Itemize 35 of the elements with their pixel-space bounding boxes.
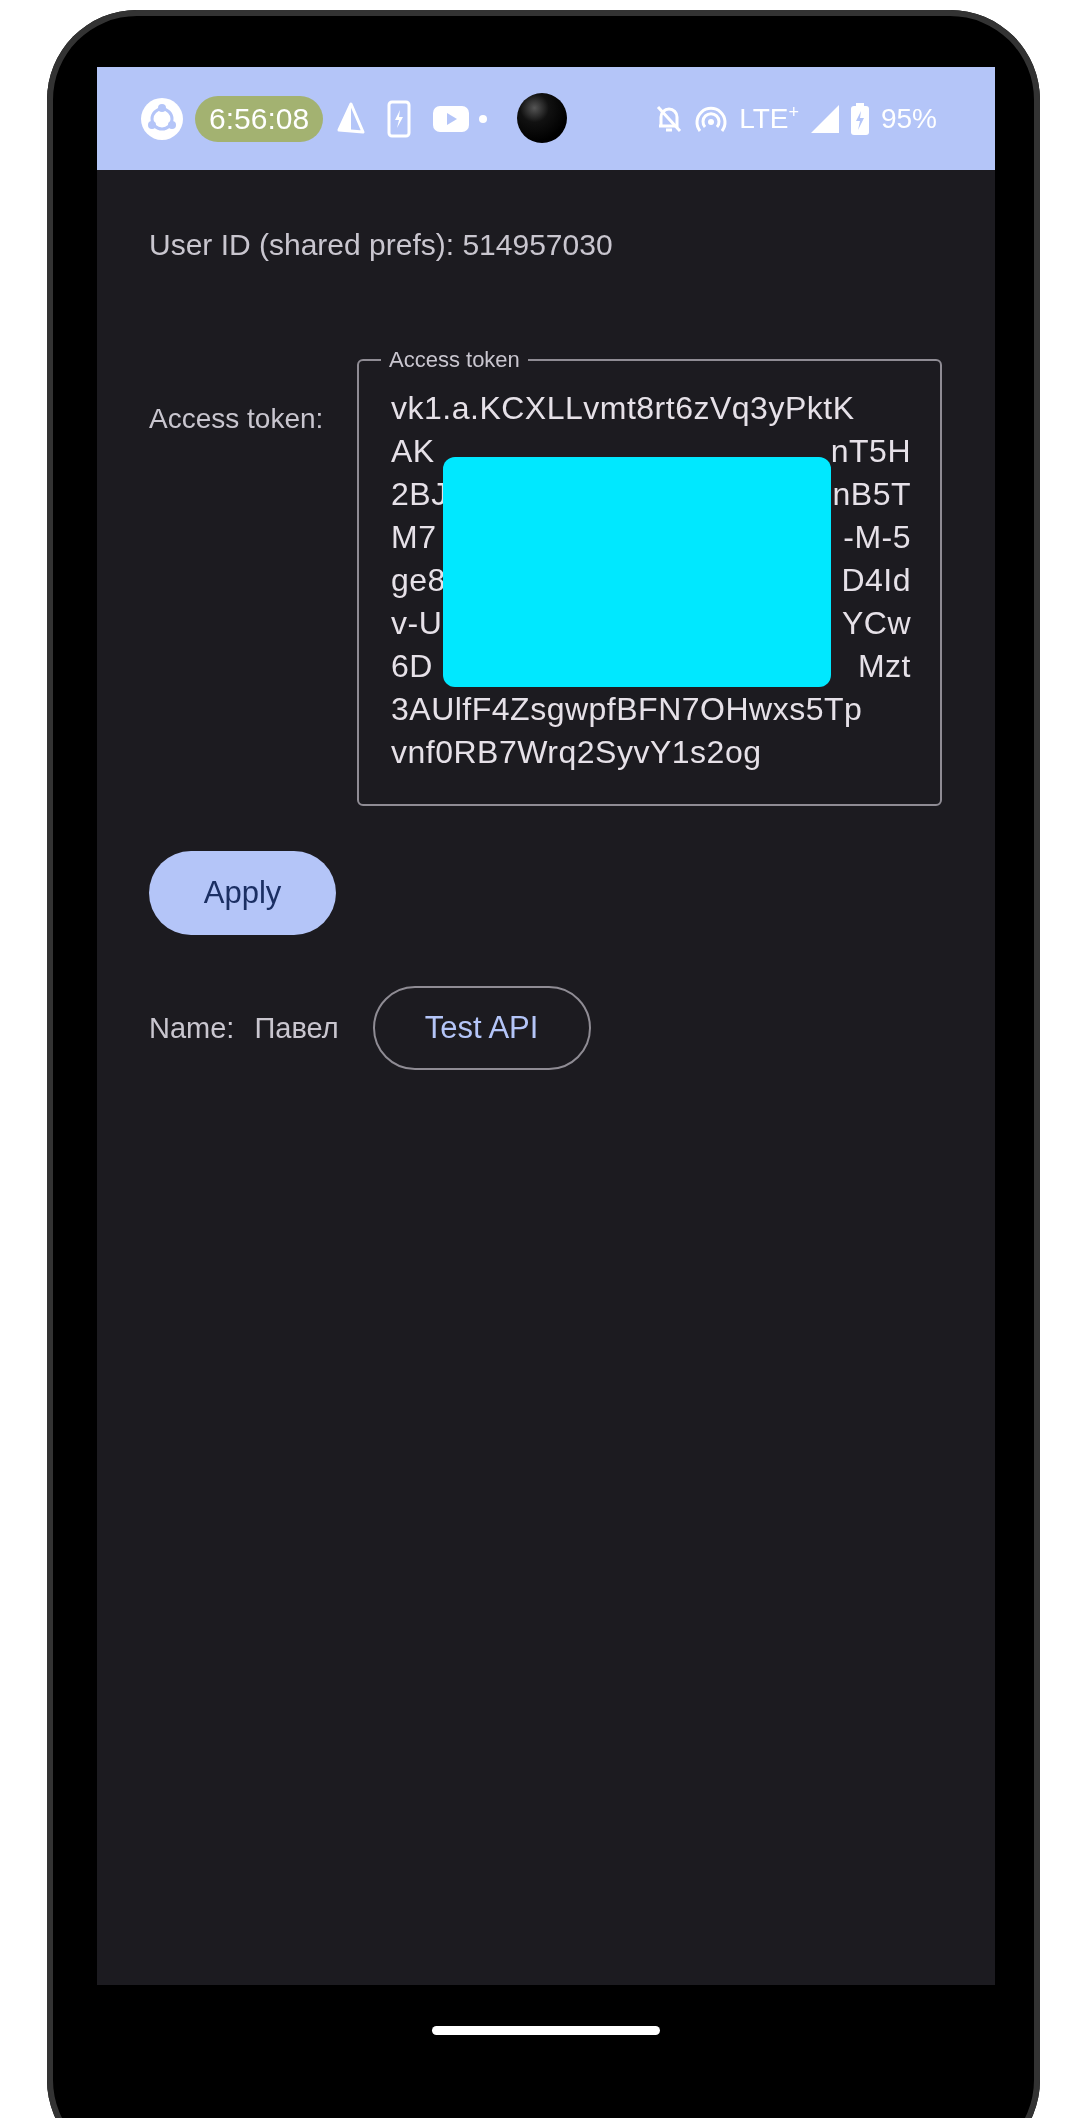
- hotspot-icon: [695, 104, 728, 133]
- apply-button[interactable]: Apply: [149, 851, 336, 935]
- field-caption: Access token:: [149, 403, 325, 435]
- clock-time: 6:56:08: [195, 95, 324, 142]
- signal-icon: [810, 104, 839, 133]
- token-text: vnf0RB7Wrq2SyvY1s2og: [391, 733, 762, 772]
- floating-label: Access token: [388, 347, 521, 373]
- token-text: vk1.a.KCXLLvmt8rt6zVq3yPktK: [391, 389, 855, 428]
- token-text: Mzt: [857, 647, 911, 686]
- ring-logo-icon: [141, 97, 183, 140]
- name-value: Павел: [254, 1011, 339, 1045]
- battery-icon: [850, 102, 869, 135]
- token-text: nB5T: [832, 475, 911, 514]
- token-text: D4Id: [841, 561, 911, 600]
- network-type: LTE$^{+}$: [739, 101, 799, 136]
- token-text: M7: [391, 518, 437, 557]
- name-label: Name:: [149, 1011, 235, 1045]
- token-text: 6D: [391, 647, 433, 686]
- battery-percent: 95%: [880, 102, 937, 135]
- token-text: AK: [391, 432, 435, 471]
- sail-icon: [337, 101, 366, 136]
- token-text: nT5H: [830, 432, 911, 471]
- bell-off-icon: [655, 103, 684, 134]
- play-icon: [433, 105, 470, 132]
- token-text: -M-5: [843, 518, 911, 557]
- phone-charging-icon: [387, 99, 412, 138]
- token-text: YCw: [841, 604, 911, 643]
- token-text: v-U: [391, 604, 443, 643]
- home-handle[interactable]: [432, 2025, 660, 2035]
- user-id-text: User ID (shared prefs): 514957030: [149, 228, 614, 262]
- camera-hole: [517, 93, 567, 143]
- token-text: ge8: [391, 561, 446, 600]
- dot-icon: [479, 114, 488, 123]
- token-text: 3AUlfF4ZsgwpfBFN7OHwxs5Tp: [391, 690, 863, 729]
- test-api-button[interactable]: Test API: [372, 986, 591, 1070]
